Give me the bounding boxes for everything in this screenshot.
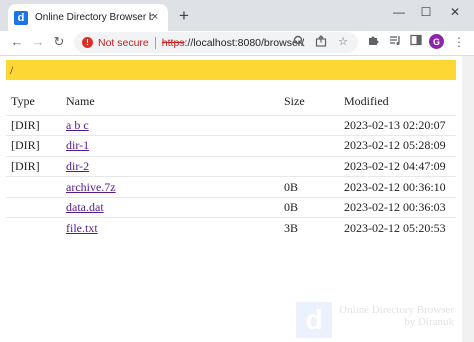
cell-size — [279, 114, 339, 136]
sidebar-icon[interactable] — [408, 34, 424, 50]
url-text: ://localhost:8080/browser/ — [184, 36, 305, 49]
cell-type — [6, 217, 61, 239]
divider — [154, 36, 156, 49]
file-link[interactable]: dir-1 — [66, 138, 89, 152]
forward-button[interactable]: → — [30, 34, 46, 50]
cell-size: 3B — [279, 217, 339, 239]
file-link[interactable]: dir-2 — [66, 159, 89, 173]
col-header-size: Size — [284, 93, 305, 108]
back-button[interactable]: ← — [9, 34, 25, 50]
warning-icon[interactable]: ! — [82, 37, 93, 48]
avatar[interactable]: G — [429, 34, 444, 49]
table-row: archive.7z 0B 2023-02-12 00:36:10 — [6, 176, 456, 198]
url-scheme: https — [161, 36, 185, 49]
table-row: file.txt 3B 2023-02-12 05:20:53 — [6, 217, 456, 239]
col-header-name: Name — [66, 93, 95, 108]
media-icon[interactable] — [387, 34, 403, 50]
table-header-row: Type Name Size Modified — [6, 88, 456, 115]
table-row: [DIR] dir-2 2023-02-12 04:47:09 — [6, 155, 456, 177]
close-window-button[interactable]: ✕ — [443, 3, 467, 21]
cell-modified: 2023-02-12 05:20:53 — [339, 217, 456, 239]
scrollbar[interactable] — [462, 56, 474, 342]
maximize-button[interactable]: ☐ — [414, 3, 438, 21]
cell-name: data.dat — [61, 196, 279, 218]
cell-type — [6, 176, 61, 198]
watermark-logo: d — [296, 302, 332, 338]
cell-modified: 2023-02-12 04:47:09 — [339, 155, 456, 177]
cell-modified: 2023-02-12 00:36:03 — [339, 196, 456, 218]
search-icon[interactable] — [292, 35, 306, 49]
cell-type: [DIR] — [6, 155, 61, 177]
page-content: / Type Name Size Modified [DIR] a b c 20… — [0, 56, 462, 342]
menu-icon[interactable]: ⋮ — [451, 34, 467, 50]
col-header-type: Type — [11, 93, 35, 108]
table-row: [DIR] dir-1 2023-02-12 05:28:09 — [6, 135, 456, 157]
path-bar: / — [6, 60, 456, 80]
table-row: data.dat 0B 2023-02-12 00:36:03 — [6, 196, 456, 218]
col-header-modified: Modified — [344, 93, 389, 108]
security-label[interactable]: Not secure — [98, 37, 149, 49]
watermark-line1: Online Directory Browser — [339, 304, 454, 316]
cell-name: archive.7z — [61, 176, 279, 198]
tab-close-icon[interactable]: × — [148, 10, 162, 24]
cell-modified: 2023-02-13 02:20:07 — [339, 114, 456, 136]
file-link[interactable]: archive.7z — [66, 180, 116, 194]
cell-name: a b c — [61, 114, 279, 136]
cell-size: 0B — [279, 196, 339, 218]
new-tab-button[interactable]: + — [176, 7, 192, 24]
watermark-line2: by Diranuk — [404, 316, 454, 328]
star-icon[interactable]: ☆ — [336, 35, 350, 49]
tab-title: Online Directory Browser by Diranuk — [35, 12, 153, 23]
address-bar[interactable]: ! Not secure https ://localhost:8080/bro… — [74, 32, 358, 53]
cell-name: dir-2 — [61, 155, 279, 177]
share-icon[interactable] — [314, 35, 328, 49]
tab-strip: d Online Directory Browser by Diranuk × … — [0, 0, 474, 31]
cell-name: dir-1 — [61, 135, 279, 157]
minimize-button[interactable]: — — [387, 3, 411, 21]
cell-size: 0B — [279, 176, 339, 198]
cell-type: [DIR] — [6, 114, 61, 136]
table-row: [DIR] a b c 2023-02-13 02:20:07 — [6, 114, 456, 136]
cell-modified: 2023-02-12 00:36:10 — [339, 176, 456, 198]
file-link[interactable]: a b c — [66, 118, 89, 132]
watermark-text: Online Directory Browser by Diranuk — [336, 304, 454, 328]
extensions-icon[interactable] — [365, 34, 381, 50]
cell-size — [279, 155, 339, 177]
cell-name: file.txt — [61, 217, 279, 239]
reload-button[interactable]: ↻ — [51, 34, 67, 50]
cell-modified: 2023-02-12 05:28:09 — [339, 135, 456, 157]
cell-type — [6, 196, 61, 218]
file-link[interactable]: data.dat — [66, 200, 104, 214]
browser-toolbar: ← → ↻ ! Not secure https ://localhost:80… — [0, 31, 474, 56]
file-link[interactable]: file.txt — [66, 221, 98, 235]
cell-size — [279, 135, 339, 157]
browser-tab[interactable]: d Online Directory Browser by Diranuk × — [8, 4, 168, 31]
favicon: d — [14, 10, 28, 25]
cell-type: [DIR] — [6, 135, 61, 157]
file-table: Type Name Size Modified [DIR] a b c 2023… — [6, 88, 456, 239]
